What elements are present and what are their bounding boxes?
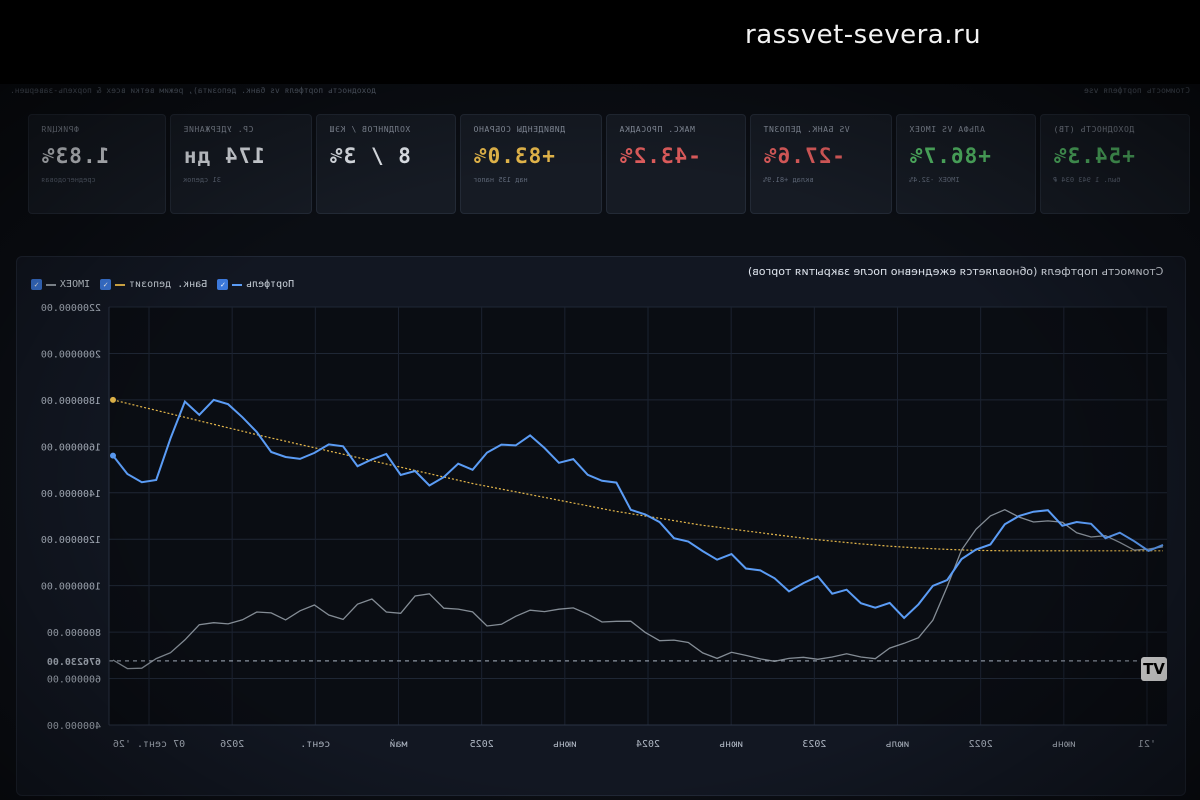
card-label: холдингов / кэш <box>329 125 411 134</box>
y-tick-label: 1000000.00 <box>41 582 101 593</box>
portfolio-chart[interactable]: 2200000.00 2000000.00 1800000.00 1600000.00… <box>17 257 1187 797</box>
card-vs-deposit: vs банк. депозит -27.6% вклад +81.9% <box>750 114 892 214</box>
topline-right: Стоимость портфеля vse <box>1084 86 1190 95</box>
y-tick-label: 2000000.00 <box>41 349 101 360</box>
x-tick-label: '21 <box>1138 739 1156 750</box>
x-tick-label: июнь <box>553 739 577 750</box>
card-value: +54.3% <box>1053 144 1135 168</box>
x-tick-label: май <box>389 738 407 750</box>
y-tick-label: 1400000.00 <box>41 489 101 500</box>
y-tick-label: 400000.00 <box>47 721 101 732</box>
x-tick-label: 2025 <box>470 739 494 750</box>
x-tick-label: 2026 <box>220 739 244 750</box>
x-tick-label: 2024 <box>636 739 660 750</box>
card-value: -43.2% <box>619 144 701 168</box>
x-tick-label: июнь <box>1052 739 1076 750</box>
card-sub: вклад +81.9% <box>763 176 814 184</box>
card-value: -27.6% <box>763 144 845 168</box>
card-label: Альфа vs IMOEX <box>909 125 985 134</box>
card-label: дивиденды собрано <box>473 125 566 134</box>
card-value: 174 дн <box>183 144 265 168</box>
y-tick-label: 676230.00 <box>47 657 101 668</box>
x-tick-label: сент. <box>300 739 330 750</box>
card-max-drawdown: макс. просадка -43.2% <box>606 114 746 214</box>
plot-area <box>109 307 1167 725</box>
y-tick-label: 800000.00 <box>47 628 101 639</box>
watermark-bar <box>0 0 1200 84</box>
x-tick-label: 2022 <box>969 739 993 750</box>
screen: доходность портфеля vs банк. депозита), … <box>0 84 1200 800</box>
card-alpha: Альфа vs IMOEX +86.7% IMOEX -32.4% <box>896 114 1036 214</box>
card-value: 8 / 3% <box>329 144 411 168</box>
card-label: vs банк. депозит <box>763 125 850 134</box>
y-tick-label: 2200000.00 <box>41 303 101 314</box>
card-avg-hold: ср. удержание 174 дн 31 сделок <box>170 114 312 214</box>
y-tick-label: 1600000.00 <box>41 442 101 453</box>
card-value: 1.83% <box>41 144 110 168</box>
card-dividends: дивиденды собрано +83.0% над 135 налог <box>460 114 602 214</box>
card-value: +86.7% <box>909 144 991 168</box>
x-tick-label: 2023 <box>802 739 826 750</box>
card-sub: 31 сделок <box>183 176 221 184</box>
card-return: Доходность (ТВ) +54.3% был. 1 943 034 ₽ <box>1040 114 1190 214</box>
x-tick-label: 07 сент. '26 <box>113 739 185 750</box>
card-holdings-cash: холдингов / кэш 8 / 3% <box>316 114 456 214</box>
y-tick-label: 600000.00 <box>47 675 101 686</box>
card-label: Доходность (ТВ) <box>1053 125 1135 134</box>
card-value: +83.0% <box>473 144 555 168</box>
card-sub: IMOEX -32.4% <box>909 176 960 184</box>
card-label: макс. просадка <box>619 125 695 134</box>
card-label: ср. удержание <box>183 125 254 134</box>
series-start-dot <box>110 452 116 459</box>
series-start-dot <box>110 396 116 403</box>
topline-left: доходность портфеля vs банк. депозита), … <box>10 86 377 95</box>
site-watermark: rassvet-severa.ru <box>745 20 982 50</box>
card-sub: над 135 налог <box>473 176 528 184</box>
y-tick-label: 1800000.00 <box>41 396 101 407</box>
y-tick-label: 1200000.00 <box>41 535 101 546</box>
card-label: фрикция <box>41 125 79 134</box>
tradingview-logo-icon: TV <box>1141 657 1167 681</box>
card-sub: был. 1 943 034 ₽ <box>1053 176 1121 184</box>
chart-panel: Стоимость портфеля (обновляется ежедневн… <box>16 256 1186 796</box>
x-tick-label: июль <box>885 739 909 750</box>
card-friction: фрикция 1.83% среднегодовая <box>28 114 166 214</box>
x-tick-label: июнь <box>719 739 743 750</box>
card-sub: среднегодовая <box>41 176 96 184</box>
stat-cards: Доходность (ТВ) +54.3% был. 1 943 034 ₽ Ал… <box>14 114 1190 234</box>
